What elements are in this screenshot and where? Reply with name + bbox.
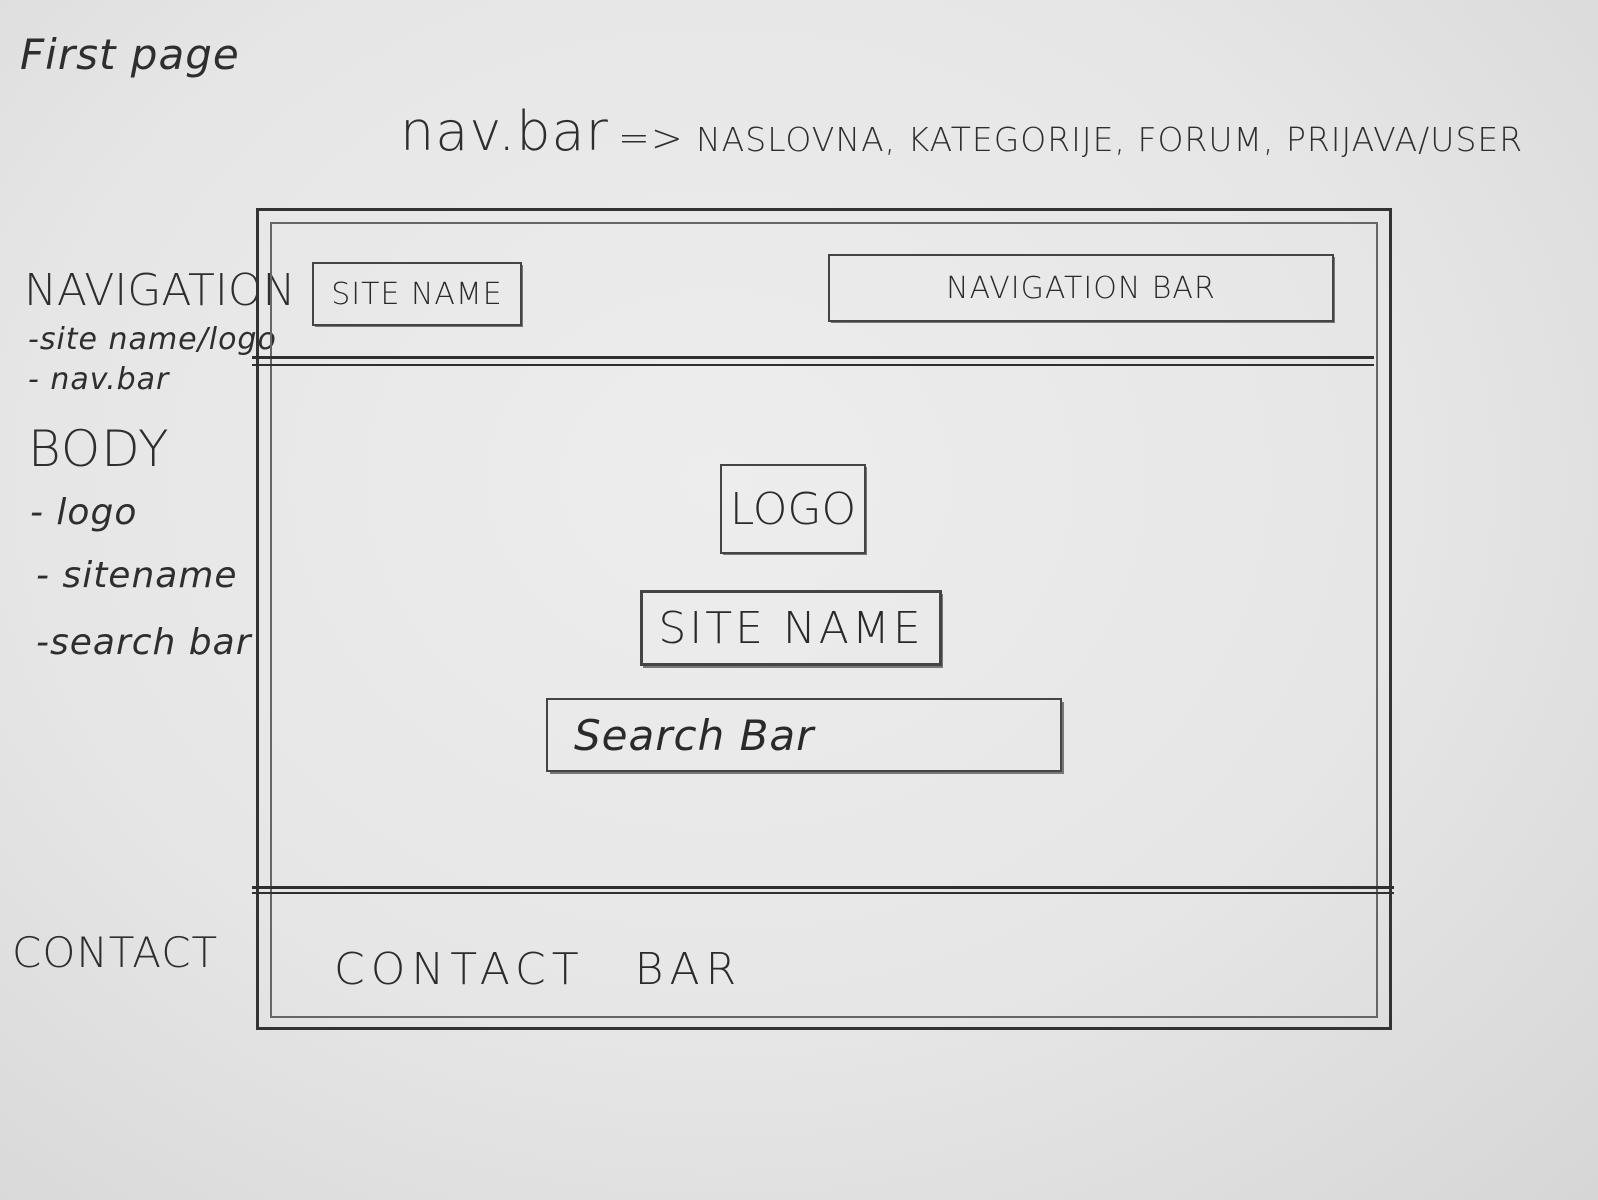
side-note-body-heading: BODY xyxy=(28,420,170,478)
body-search-bar-box: Search Bar xyxy=(546,698,1062,772)
body-site-name-label: SITE NAME xyxy=(658,602,924,654)
side-note-navigation-item: -site name/logo xyxy=(28,322,277,357)
footer-contact-bar-word: BAR xyxy=(634,944,743,995)
header-navigation-bar-box: NAVIGATION BAR xyxy=(828,254,1334,322)
header-site-name-box: SITE NAME xyxy=(312,262,522,326)
navbar-note-items: NASLOVNA, KATEGORIJE, FORUM, PRIJAVA/USE… xyxy=(696,120,1524,159)
sketch-sheet: First page nav.bar => NASLOVNA, KATEGORI… xyxy=(0,0,1598,1200)
side-note-navigation-heading: NAVIGATION xyxy=(24,265,296,316)
side-note-navigation-item: - nav.bar xyxy=(28,362,170,397)
navbar-note-arrow: => xyxy=(618,116,684,160)
page-title: First page xyxy=(20,30,240,79)
body-logo-label: LOGO xyxy=(729,483,857,535)
header-divider-line xyxy=(252,356,1374,359)
side-note-contact-heading: CONTACT xyxy=(12,928,219,977)
side-note-body-item: - logo xyxy=(30,492,138,533)
header-site-name-label: SITE NAME xyxy=(331,276,503,312)
header-divider-line xyxy=(252,364,1374,366)
header-navigation-bar-label: NAVIGATION BAR xyxy=(946,270,1216,306)
side-note-body-item: - sitename xyxy=(36,555,238,596)
footer-contact-bar-label: CONTACT BAR xyxy=(334,944,742,995)
navbar-note-label: nav.bar xyxy=(400,100,609,163)
footer-contact-bar-word: CONTACT xyxy=(334,944,585,995)
body-logo-box: LOGO xyxy=(720,464,866,554)
side-note-body-item: -search bar xyxy=(36,622,252,663)
body-search-bar-label: Search Bar xyxy=(574,710,815,760)
footer-divider-line xyxy=(252,892,1394,894)
body-site-name-box: SITE NAME xyxy=(640,590,942,666)
footer-divider-line xyxy=(252,886,1394,889)
